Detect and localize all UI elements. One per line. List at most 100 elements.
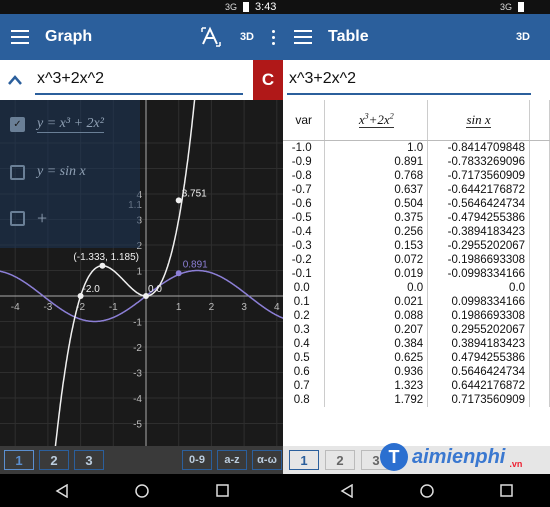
- checkbox-checked-icon[interactable]: ✓: [10, 117, 25, 132]
- cell-var: -0.8: [283, 168, 326, 183]
- cell-f1: 0.768: [324, 168, 429, 183]
- cell-f2: 0.4794255386: [427, 350, 531, 365]
- status-left: 3G 3:43: [225, 0, 276, 14]
- point-marker: [175, 270, 182, 277]
- table-row: -0.9 0.891 -0.7833269096: [283, 154, 550, 169]
- function-item[interactable]: +: [10, 208, 47, 229]
- cell-f1: 0.375: [324, 210, 429, 225]
- home-icon[interactable]: [135, 484, 149, 498]
- point-label: -2.0: [83, 284, 101, 295]
- header-var[interactable]: var: [283, 100, 326, 141]
- cell-empty: [529, 224, 550, 239]
- cell-f2: -0.1986693308: [427, 252, 531, 267]
- recents-icon[interactable]: [500, 484, 513, 497]
- navigation-bar: [0, 474, 550, 507]
- y-tick-label: -2: [133, 343, 142, 354]
- function-item[interactable]: ✓ y = x³ + 2x²: [10, 116, 104, 133]
- graph-app-bar: Graph 3D: [0, 14, 283, 60]
- key-page-3[interactable]: 3: [74, 450, 104, 470]
- table-row: 0.6 0.936 0.5646424734: [283, 364, 550, 379]
- cell-empty: [529, 154, 550, 169]
- cell-f2: 0.0998334166: [427, 294, 531, 309]
- expression-input[interactable]: x^3+2x^2: [287, 65, 531, 95]
- clear-button[interactable]: C: [253, 60, 283, 100]
- table-row: -0.5 0.375 -0.4794255386: [283, 210, 550, 225]
- cell-empty: [529, 280, 550, 295]
- key-greek[interactable]: α-ω: [252, 450, 282, 470]
- cell-f2: 0.1986693308: [427, 308, 531, 323]
- more-options-icon[interactable]: [272, 29, 275, 45]
- table-row: 0.7 1.323 0.6442176872: [283, 378, 550, 393]
- cell-f2: -0.8414709848: [427, 140, 531, 155]
- cell-var: -0.1: [283, 266, 326, 281]
- checkbox-icon[interactable]: [10, 164, 25, 180]
- cell-empty: [529, 308, 550, 323]
- key-page-2[interactable]: 2: [39, 450, 69, 470]
- cell-f1: 0.019: [324, 266, 429, 281]
- point-marker: [99, 262, 106, 269]
- table-row: 0.4 0.384 0.3894183423: [283, 336, 550, 351]
- key-page-1[interactable]: 1: [289, 450, 319, 470]
- cell-var: -0.6: [283, 196, 326, 211]
- x-tick-label: 4: [274, 302, 280, 313]
- cell-f2: -0.4794255386: [427, 210, 531, 225]
- cell-f2: -0.6442176872: [427, 182, 531, 197]
- table-row: -0.6 0.504 -0.5646424734: [283, 196, 550, 211]
- back-icon[interactable]: [340, 484, 354, 498]
- point-label: 0.891: [183, 259, 208, 270]
- key-page-1[interactable]: 1: [4, 450, 34, 470]
- function-item[interactable]: y = sin x: [10, 164, 86, 180]
- cell-empty: [529, 378, 550, 393]
- cell-empty: [529, 238, 550, 253]
- cell-empty: [529, 392, 550, 407]
- cell-var: 0.5: [283, 350, 326, 365]
- status-right: 3G: [500, 0, 525, 14]
- cell-var: 0.1: [283, 294, 326, 309]
- table-row: -0.1 0.019 -0.0998334166: [283, 266, 550, 281]
- cell-var: 0.4: [283, 336, 326, 351]
- cell-f2: -0.3894183423: [427, 224, 531, 239]
- point-label: 0.0: [148, 284, 162, 295]
- menu-icon[interactable]: [11, 30, 29, 44]
- cell-empty: [529, 140, 550, 155]
- cell-f2: -0.2955202067: [427, 238, 531, 253]
- function-label: y = x³ + 2x²: [37, 116, 104, 133]
- header-f2[interactable]: sin x: [427, 100, 531, 141]
- chevron-up-icon[interactable]: [0, 60, 30, 100]
- recents-icon[interactable]: [216, 484, 229, 497]
- cell-var: -1.0: [283, 140, 326, 155]
- expression-row: x^3+2x^2 C: [0, 60, 283, 100]
- x-tick-label: -3: [43, 302, 52, 313]
- cell-f1: 0.088: [324, 308, 429, 323]
- graph-canvas[interactable]: -4-3-2-112341.14321-1-2-3-4-5-6(-1.333, …: [0, 81, 283, 474]
- y-tick-label: -5: [133, 420, 142, 431]
- key-page-2[interactable]: 2: [325, 450, 355, 470]
- watermark-logo: T: [380, 443, 408, 471]
- home-icon[interactable]: [420, 484, 434, 498]
- cell-empty: [529, 210, 550, 225]
- key-numbers[interactable]: 0-9: [182, 450, 212, 470]
- cell-f2: -0.5646424734: [427, 196, 531, 211]
- page-title: Graph: [45, 28, 93, 45]
- 3d-button[interactable]: 3D: [516, 31, 530, 43]
- header-empty: [529, 100, 550, 141]
- cell-var: -0.9: [283, 154, 326, 169]
- x-tick-label: 3: [241, 302, 247, 313]
- menu-icon[interactable]: [294, 30, 312, 44]
- value-table: var x3+2x2 sin x -1.0 1.0 -0.8414709848 -0.…: [283, 100, 550, 407]
- table-row: -0.2 0.072 -0.1986693308: [283, 252, 550, 267]
- back-icon[interactable]: [55, 484, 69, 498]
- key-letters[interactable]: a-z: [217, 450, 247, 470]
- 3d-button[interactable]: 3D: [240, 31, 254, 43]
- text-style-icon[interactable]: [200, 26, 222, 48]
- cell-var: 0.6: [283, 364, 326, 379]
- cell-var: -0.7: [283, 182, 326, 197]
- expression-input[interactable]: x^3+2x^2: [35, 65, 243, 95]
- checkbox-icon[interactable]: [10, 211, 25, 226]
- y-tick-label: 1: [136, 267, 142, 278]
- signal-icon: 3G: [225, 2, 238, 12]
- cell-f1: 0.384: [324, 336, 429, 351]
- header-f1[interactable]: x3+2x2: [324, 100, 429, 141]
- cell-f1: 0.504: [324, 196, 429, 211]
- cell-f1: 0.0: [324, 280, 429, 295]
